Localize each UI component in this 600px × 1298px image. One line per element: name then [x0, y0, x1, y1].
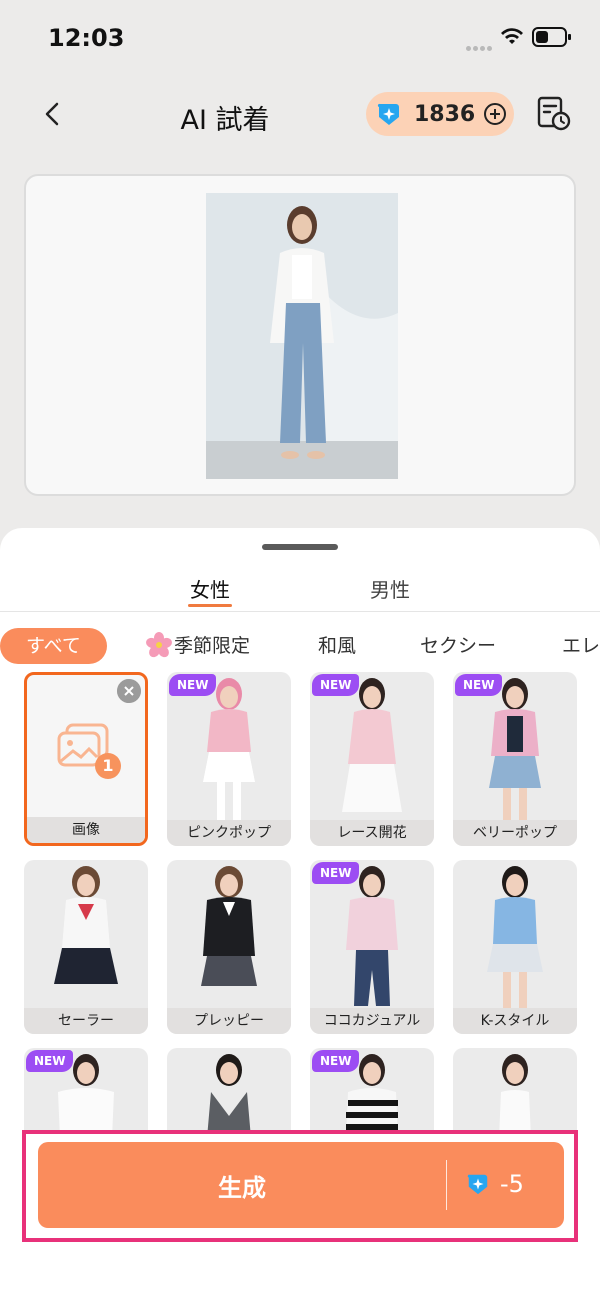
category-seasonal[interactable]: 季節限定: [146, 628, 250, 664]
generate-highlight-frame: 生成 -5: [22, 1130, 578, 1242]
model-figure: [54, 866, 118, 984]
new-badge: NEW: [26, 1050, 74, 1072]
style-tile-label: K-スタイル: [453, 1008, 577, 1034]
style-tile-label: レース開花: [310, 820, 434, 846]
style-tile-label: セーラー: [24, 1008, 148, 1034]
style-tile-image[interactable]: 1 画像: [24, 672, 148, 846]
credit-gem-icon: [467, 1174, 488, 1195]
style-tile-lace-bloom[interactable]: NEW レース開花: [310, 672, 434, 846]
style-tile-label: ピンクポップ: [167, 820, 291, 846]
drag-handle[interactable]: [262, 544, 338, 550]
page-title: AI 試着: [180, 105, 270, 136]
status-time: 12:03: [48, 24, 125, 52]
credits-pill[interactable]: 1836: [366, 92, 514, 136]
category-japanese[interactable]: 和風: [318, 628, 356, 664]
signal-dots-icon: [466, 36, 494, 51]
category-chips: すべて 季節限定 和風 セクシー エレ: [0, 628, 600, 668]
status-bar: 12:03: [0, 0, 600, 76]
category-all[interactable]: すべて: [0, 628, 107, 664]
tab-female[interactable]: 女性: [190, 574, 230, 603]
wifi-icon: [501, 28, 523, 44]
style-tile-label: 画像: [27, 817, 145, 843]
tab-male[interactable]: 男性: [370, 574, 410, 603]
style-tile-coco-casual[interactable]: NEW ココカジュアル: [310, 860, 434, 1034]
generate-cost: -5: [500, 1170, 524, 1198]
generate-divider: [446, 1160, 447, 1210]
app-header: AI 試着 1836: [0, 76, 600, 156]
flower-icon: [146, 632, 172, 658]
generate-label: 生成: [218, 1174, 266, 1202]
gender-tabs: 女性 男性: [0, 568, 600, 612]
remove-close-icon[interactable]: [117, 679, 141, 703]
style-tile-pink-pop[interactable]: NEW ピンクポップ: [167, 672, 291, 846]
battery-icon: [532, 27, 571, 47]
new-badge: NEW: [312, 862, 360, 884]
add-credits-plus-icon[interactable]: [483, 102, 507, 126]
category-seasonal-label: 季節限定: [174, 635, 251, 657]
new-badge: NEW: [169, 674, 217, 696]
selected-count-badge: 1: [95, 753, 121, 779]
style-tile-label: プレッピー: [167, 1008, 291, 1034]
new-badge: NEW: [455, 674, 503, 696]
category-sexy[interactable]: セクシー: [420, 628, 496, 664]
style-tile-label: ベリーポップ: [453, 820, 577, 846]
active-tab-indicator: [188, 604, 232, 607]
model-figure: [487, 866, 543, 1008]
uploaded-photo: [206, 193, 398, 479]
style-tile-sailor[interactable]: セーラー: [24, 860, 148, 1034]
style-tile-preppy[interactable]: プレッピー: [167, 860, 291, 1034]
generate-button[interactable]: 生成 -5: [38, 1142, 564, 1228]
new-badge: NEW: [312, 1050, 360, 1072]
history-icon[interactable]: [534, 94, 572, 132]
credits-count: 1836: [414, 101, 476, 127]
back-chevron-icon[interactable]: [36, 96, 72, 132]
model-figure: [201, 866, 257, 986]
new-badge: NEW: [312, 674, 360, 696]
preview-card: [24, 174, 576, 496]
category-elegant[interactable]: エレ: [562, 628, 600, 664]
style-tile-label: ココカジュアル: [310, 1008, 434, 1034]
style-tile-k-style[interactable]: K-スタイル: [453, 860, 577, 1034]
credit-gem-icon: [377, 103, 399, 125]
style-tile-berry-pop[interactable]: NEW ベリーポップ: [453, 672, 577, 846]
